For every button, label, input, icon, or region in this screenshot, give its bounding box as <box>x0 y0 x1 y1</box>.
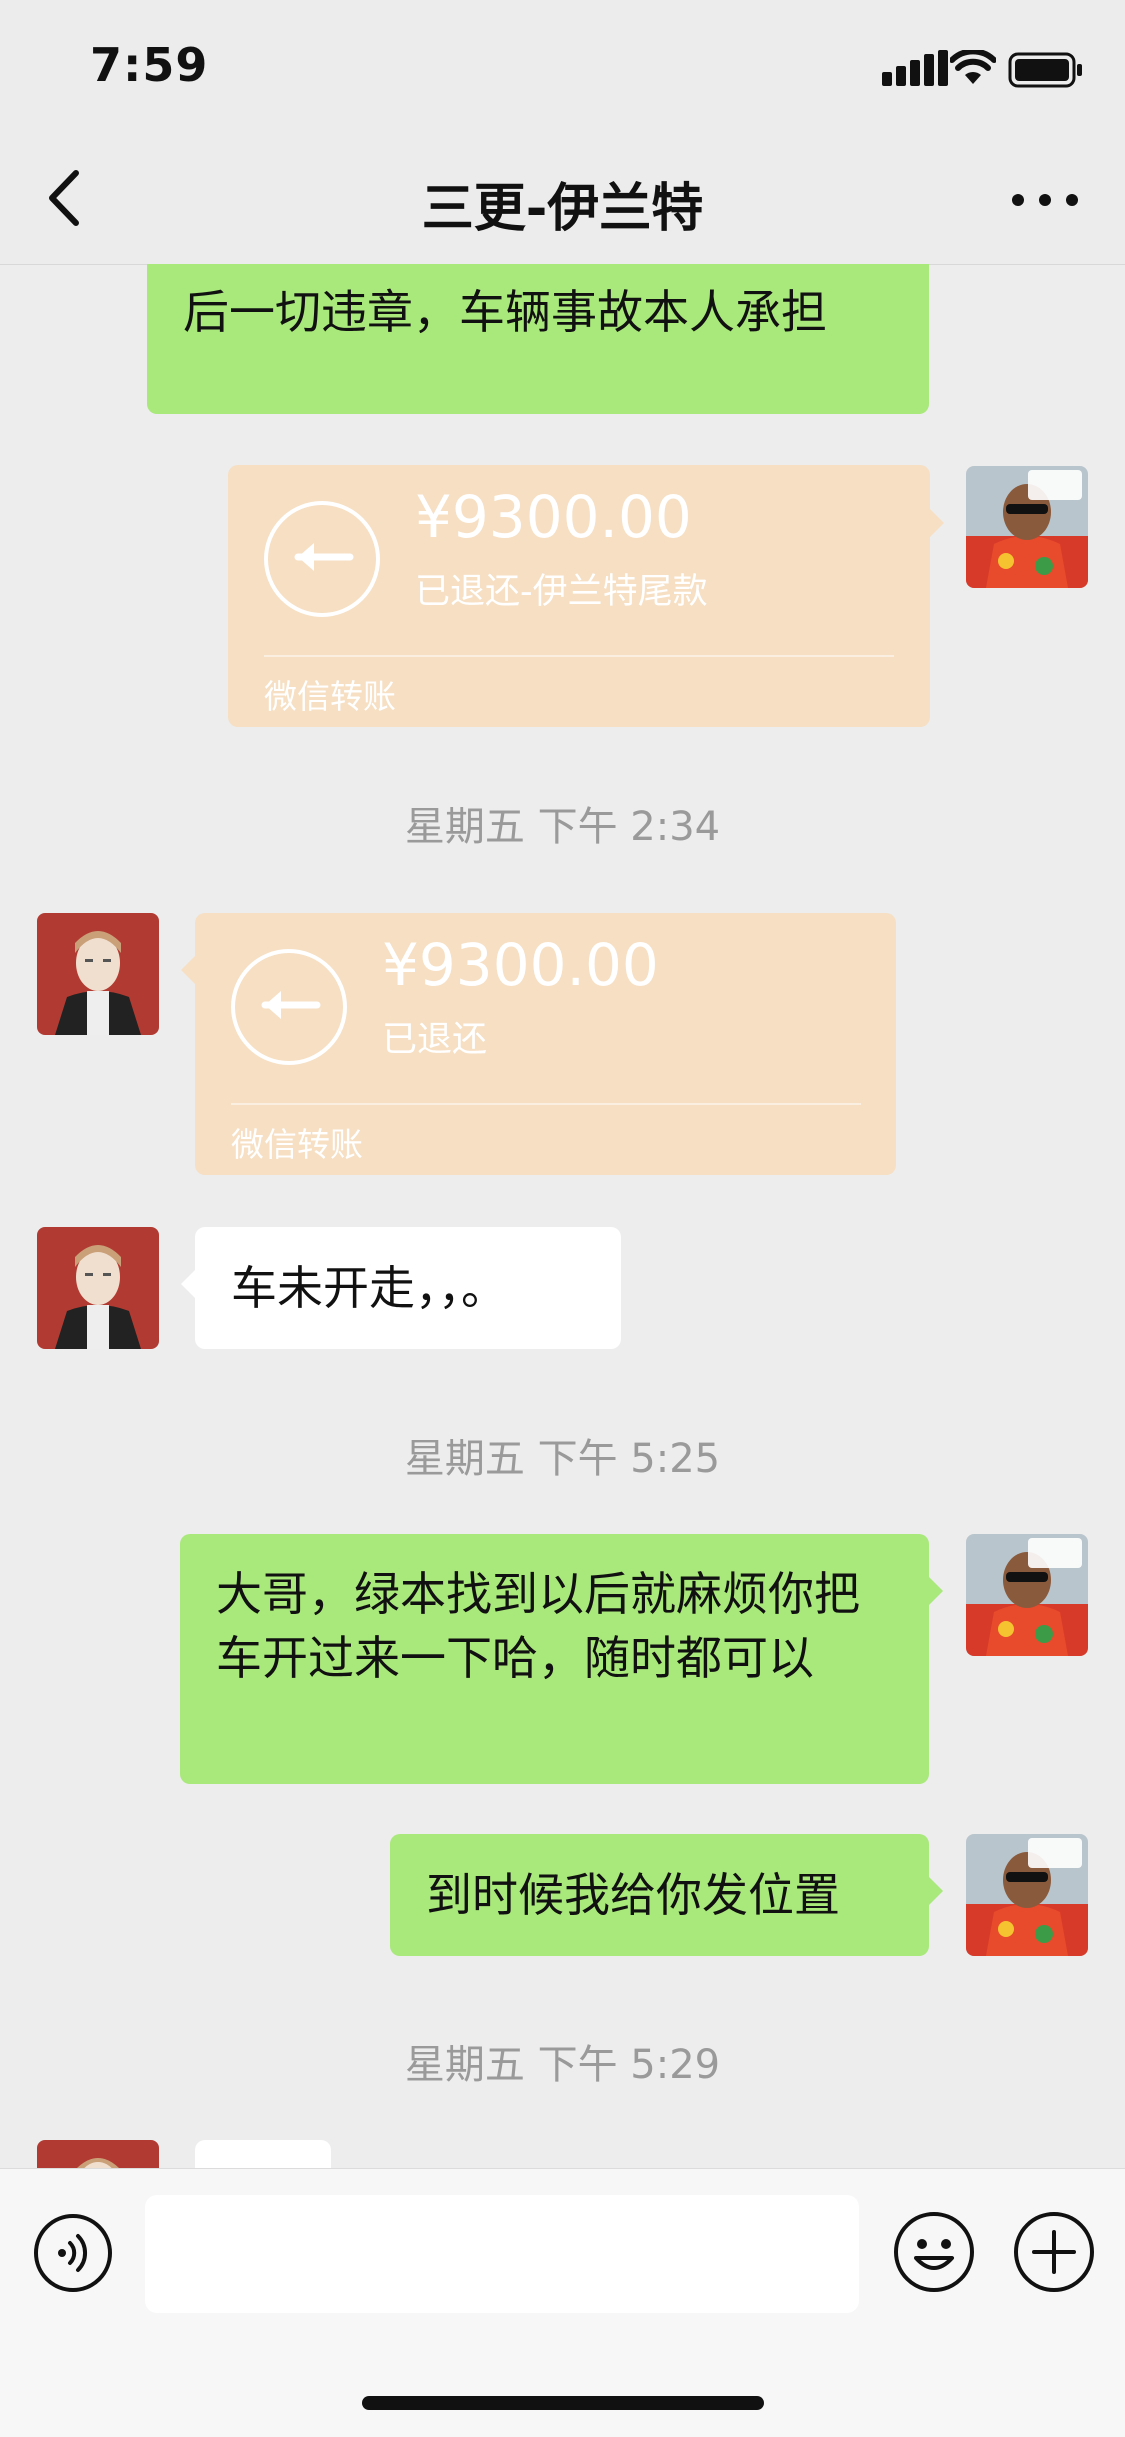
refund-circle-icon <box>264 501 380 617</box>
bubble-tail <box>930 509 944 537</box>
avatar-self[interactable] <box>966 1534 1088 1656</box>
message-text: 到时候我给你发位置 <box>426 1868 840 1922</box>
home-indicator[interactable] <box>362 2396 764 2410</box>
transfer-amount: ¥9300.00 <box>382 931 659 999</box>
message-text: 后一切违章，车辆事故本人承担 <box>183 285 827 339</box>
transfer-divider <box>231 1103 861 1105</box>
more-icon[interactable] <box>1010 190 1080 210</box>
avatar-self[interactable] <box>966 466 1088 588</box>
transfer-label: 微信转账 <box>231 1125 363 1164</box>
transfer-status: 已退还 <box>382 1020 488 1060</box>
bubble-tail <box>181 956 195 984</box>
transfer-card-received[interactable]: ¥9300.00 已退还 微信转账 <box>195 913 896 1175</box>
emoji-icon[interactable] <box>892 2210 976 2294</box>
transfer-amount: ¥9300.00 <box>415 483 692 551</box>
avatar-contact[interactable] <box>37 1227 159 1349</box>
status-time: 7:59 <box>90 38 209 92</box>
transfer-label: 微信转账 <box>264 677 396 716</box>
message-text: 车未开走，，。 <box>231 1261 507 1315</box>
message-bubble-sent[interactable]: 大哥，绿本找到以后就麻烦你把车开过来一下哈，随时都可以 <box>180 1534 929 1784</box>
timestamp: 星期五 下午 2:34 <box>404 804 721 850</box>
plus-icon[interactable] <box>1012 2210 1096 2294</box>
message-bubble-received[interactable] <box>195 2140 331 2168</box>
message-bubble-sent[interactable]: 到时候我给你发位置 <box>390 1834 929 1956</box>
bubble-tail <box>929 1577 943 1605</box>
message-bubble-received[interactable]: 车未开走，，。 <box>195 1227 621 1349</box>
signal-icon <box>882 50 948 86</box>
message-text: 大哥，绿本找到以后就麻烦你把车开过来一下哈，随时都可以 <box>216 1567 860 1685</box>
timestamp: 星期五 下午 5:25 <box>404 1436 721 1482</box>
transfer-status: 已退还-伊兰特尾款 <box>415 572 708 612</box>
bubble-tail <box>929 1877 943 1905</box>
refund-circle-icon <box>231 949 347 1065</box>
avatar-self[interactable] <box>966 1834 1088 1956</box>
avatar-contact[interactable] <box>37 913 159 1035</box>
chat-history[interactable]: 后一切违章，车辆事故本人承担 ¥9300.00 已退还-伊兰特尾款 微信转账 星… <box>0 264 1125 2168</box>
transfer-card-sent[interactable]: ¥9300.00 已退还-伊兰特尾款 微信转账 <box>228 465 930 727</box>
chat-title: 三更-伊兰特 <box>421 179 704 239</box>
transfer-divider <box>264 655 894 657</box>
wifi-icon <box>950 50 996 84</box>
battery-icon <box>1008 52 1082 88</box>
avatar-contact[interactable] <box>37 2140 159 2168</box>
voice-icon[interactable] <box>32 2212 114 2294</box>
bubble-tail <box>181 1270 195 1298</box>
message-bubble-sent[interactable]: 后一切违章，车辆事故本人承担 <box>147 264 929 414</box>
message-input[interactable] <box>145 2195 859 2313</box>
timestamp: 星期五 下午 5:29 <box>404 2042 721 2088</box>
